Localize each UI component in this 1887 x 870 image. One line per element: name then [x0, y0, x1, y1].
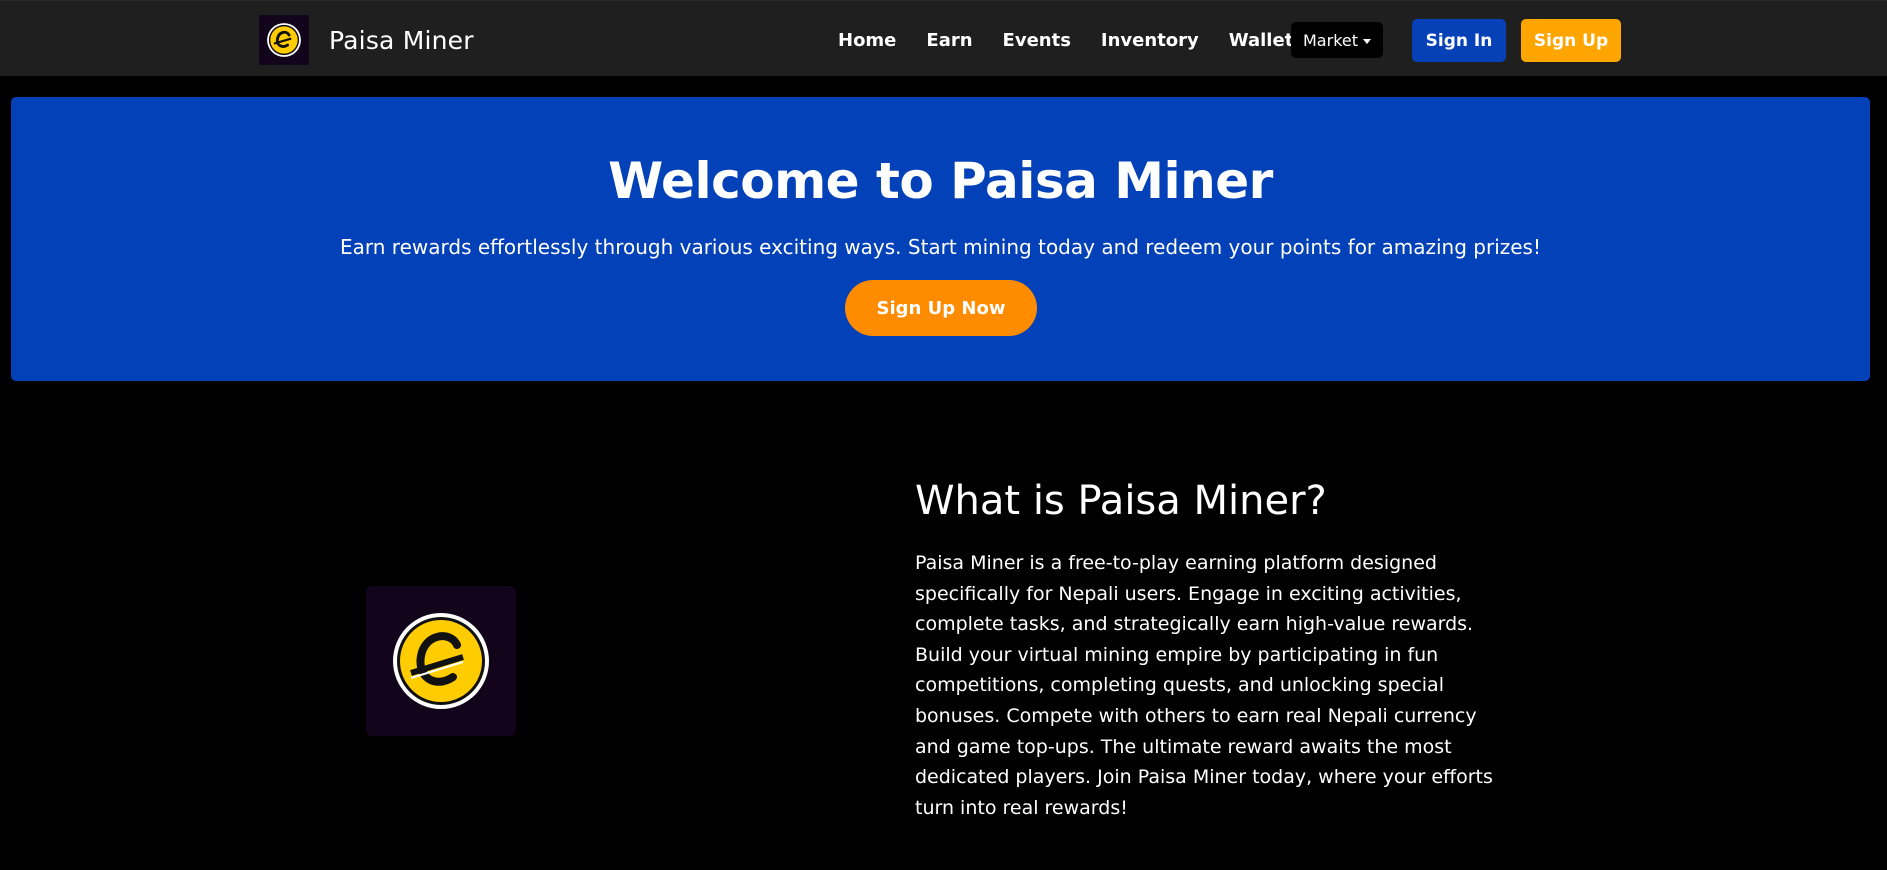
caret-down-icon: [1363, 38, 1371, 44]
about-description: Paisa Miner is a free-to-play earning pl…: [915, 552, 1493, 819]
hero-title: Welcome to Paisa Miner: [608, 152, 1273, 210]
top-navbar: Paisa Miner Home Earn Events Inventory W…: [0, 0, 1887, 76]
market-dropdown[interactable]: Market: [1291, 22, 1383, 58]
about-logo: [366, 586, 516, 736]
about-title: What is Paisa Miner?: [915, 478, 1327, 524]
hero-subtitle: Earn rewards effortlessly through variou…: [340, 235, 1541, 259]
brand[interactable]: Paisa Miner: [259, 15, 474, 65]
nav-link-earn[interactable]: Earn: [911, 30, 987, 51]
nav-link-events[interactable]: Events: [988, 30, 1086, 51]
nav-link-home[interactable]: Home: [838, 30, 911, 51]
sign-in-button[interactable]: Sign In: [1412, 19, 1506, 62]
market-label: Market: [1303, 30, 1358, 50]
nav-links: Home Earn Events Inventory Wallet: [838, 23, 1308, 57]
coin-e-icon: [393, 613, 489, 709]
sign-up-button[interactable]: Sign Up: [1521, 19, 1621, 62]
hero-banner: Welcome to Paisa Miner Earn rewards effo…: [11, 97, 1870, 381]
brand-name[interactable]: Paisa Miner: [329, 26, 474, 55]
sign-up-now-button[interactable]: Sign Up Now: [845, 280, 1037, 336]
coin-e-icon[interactable]: [259, 15, 309, 65]
nav-link-inventory[interactable]: Inventory: [1086, 30, 1214, 51]
